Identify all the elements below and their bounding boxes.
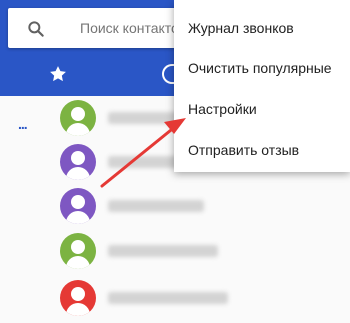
star-icon[interactable]	[48, 64, 68, 84]
contact-name-blurred	[108, 292, 228, 304]
list-item[interactable]	[60, 280, 320, 320]
avatar	[60, 144, 96, 180]
menu-item-clear-frequents[interactable]: Очистить популярные	[174, 48, 350, 88]
avatar	[60, 233, 96, 269]
avatar	[60, 100, 96, 136]
menu-item-send-feedback[interactable]: Отправить отзыв	[174, 130, 350, 170]
overflow-menu: Журнал звонков Очистить популярные Настр…	[174, 0, 350, 172]
search-icon[interactable]	[26, 19, 46, 39]
contact-name-blurred	[108, 245, 218, 257]
list-item[interactable]	[60, 233, 320, 273]
list-item[interactable]	[60, 188, 320, 228]
favorites-marker: ...	[18, 116, 28, 132]
menu-item-call-log[interactable]: Журнал звонков	[174, 8, 350, 48]
menu-item-settings[interactable]: Настройки	[174, 89, 350, 129]
avatar	[60, 188, 96, 224]
contact-name-blurred	[108, 200, 204, 212]
avatar	[60, 280, 96, 316]
contacts-screen: Поиск контактов и ... Журнал звонков Очи…	[0, 0, 350, 323]
